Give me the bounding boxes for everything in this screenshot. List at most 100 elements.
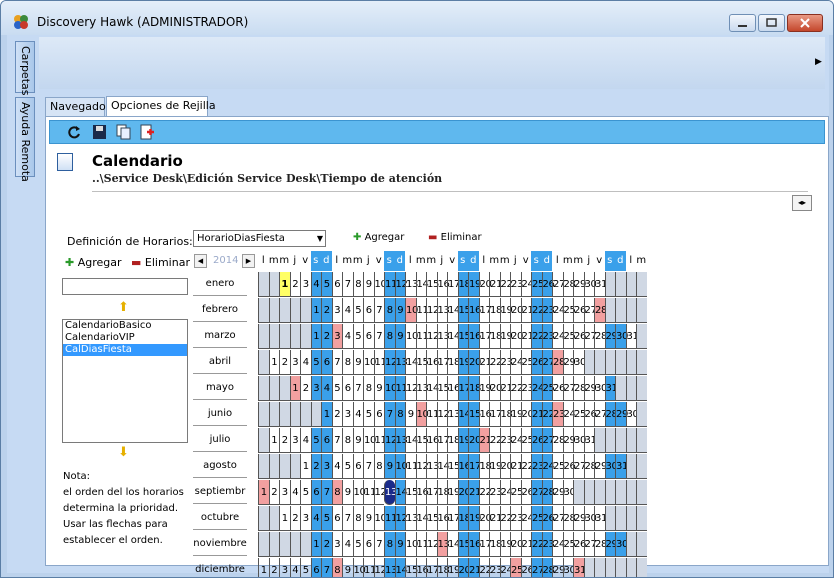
day-cell[interactable]: 1 [268,428,279,453]
day-cell[interactable]: 1 [258,558,269,577]
day-cell[interactable]: 29 [552,558,565,577]
day-cell[interactable]: 27 [541,428,555,453]
day-cell[interactable]: 25 [573,402,586,427]
day-cell[interactable]: 29 [615,402,628,427]
day-cell[interactable]: 19 [468,272,481,297]
day-cell[interactable]: 17 [489,402,502,427]
day-cell[interactable]: 14 [457,402,471,427]
day-cell[interactable]: 9 [342,480,353,505]
day-cell[interactable]: 28 [541,558,555,577]
empty-day-cell[interactable] [268,272,279,297]
day-cell[interactable]: 27 [583,324,597,349]
empty-day-cell[interactable] [289,298,300,323]
day-cell[interactable]: 18 [489,324,502,349]
day-cell[interactable]: 31 [573,558,586,577]
day-cell[interactable]: 24 [531,376,544,401]
day-cell[interactable]: 7 [321,480,332,505]
empty-day-cell[interactable] [583,558,594,577]
empty-day-cell[interactable] [615,506,626,531]
day-cell[interactable]: 26 [573,324,586,349]
day-cell[interactable]: 27 [573,454,586,479]
empty-day-cell[interactable] [636,324,647,349]
empty-day-cell[interactable] [636,558,647,577]
day-cell[interactable]: 10 [352,480,366,505]
day-cell[interactable]: 21 [520,298,534,323]
day-cell[interactable]: 23 [520,376,534,401]
day-cell[interactable]: 14 [436,454,450,479]
day-cell[interactable]: 8 [394,402,405,427]
day-cell[interactable]: 5 [310,350,321,375]
day-cell[interactable]: 21 [478,428,492,453]
day-cell[interactable]: 2 [321,298,332,323]
day-cell[interactable]: 7 [342,506,353,531]
day-cell[interactable]: 3 [321,454,332,479]
day-cell[interactable]: 10 [405,324,418,349]
empty-day-cell[interactable] [625,350,636,375]
day-cell[interactable]: 12 [405,376,418,401]
empty-day-cell[interactable] [636,350,647,375]
day-cell[interactable]: 2 [289,506,300,531]
day-cell[interactable]: 7 [373,532,384,557]
day-cell[interactable]: 24 [499,558,513,577]
day-cell[interactable]: 23 [541,298,555,323]
day-cell[interactable]: 1 [279,506,290,531]
day-cell[interactable]: 30 [625,402,639,427]
day-cell[interactable]: 13 [384,558,397,577]
day-cell[interactable]: 2 [279,350,290,375]
day-cell[interactable]: 22 [489,428,502,453]
day-cell[interactable]: 14 [447,324,460,349]
day-cell[interactable]: 3 [331,324,342,349]
empty-day-cell[interactable] [625,428,636,453]
day-cell[interactable]: 15 [457,324,471,349]
empty-day-cell[interactable] [279,324,290,349]
vertical-tab-carpetas[interactable]: Carpetas [15,41,35,95]
previous-year-button[interactable]: ◀ [194,254,207,268]
day-cell[interactable]: 16 [426,428,439,453]
day-cell[interactable]: 17 [478,532,492,557]
day-cell[interactable]: 21 [489,506,502,531]
day-cell[interactable]: 2 [268,558,280,577]
day-cell[interactable]: 9 [394,298,405,323]
day-cell[interactable]: 17 [468,454,481,479]
empty-day-cell[interactable] [594,350,605,375]
day-cell[interactable]: 20 [457,480,471,505]
day-cell[interactable]: 24 [499,480,513,505]
day-cell[interactable]: 2 [300,376,311,401]
day-cell[interactable]: 16 [478,402,492,427]
day-cell[interactable]: 11 [363,480,376,505]
empty-day-cell[interactable] [583,480,594,505]
empty-day-cell[interactable] [625,298,636,323]
day-cell[interactable]: 19 [457,350,471,375]
empty-day-cell[interactable] [604,558,615,577]
day-cell[interactable]: 2 [331,402,342,427]
day-cell[interactable]: 10 [394,454,408,479]
day-cell[interactable]: 27 [562,376,576,401]
day-cell[interactable]: 8 [373,454,384,479]
day-cell[interactable]: 30 [615,532,628,557]
day-cell[interactable]: 8 [342,350,353,375]
day-cell[interactable]: 7 [384,402,395,427]
tab-navegador[interactable]: Navegador [45,97,110,117]
day-cell[interactable]: 6 [331,506,342,531]
day-cell[interactable]: 18 [436,480,450,505]
day-cell[interactable]: 19 [510,402,523,427]
empty-day-cell[interactable] [310,402,321,427]
day-cell[interactable]: 6 [352,454,363,479]
day-cell[interactable]: 21 [499,376,513,401]
day-cell[interactable]: 28 [594,324,607,349]
day-cell[interactable]: 25 [510,480,523,505]
day-cell[interactable]: 14 [394,558,408,577]
day-cell[interactable]: 24 [552,298,565,323]
day-cell[interactable]: 6 [363,532,374,557]
day-cell[interactable]: 8 [384,324,395,349]
empty-day-cell[interactable] [279,454,290,479]
maximize-button[interactable] [758,14,785,32]
day-cell[interactable]: 3 [289,428,300,453]
day-cell[interactable]: 30 [583,272,597,297]
empty-day-cell[interactable] [268,298,279,323]
day-cell[interactable]: 3 [279,480,290,505]
day-cell[interactable]: 8 [384,298,395,323]
day-cell[interactable]: 12 [394,506,408,531]
day-cell[interactable]: 25 [562,324,576,349]
day-cell[interactable]: 22 [499,272,513,297]
